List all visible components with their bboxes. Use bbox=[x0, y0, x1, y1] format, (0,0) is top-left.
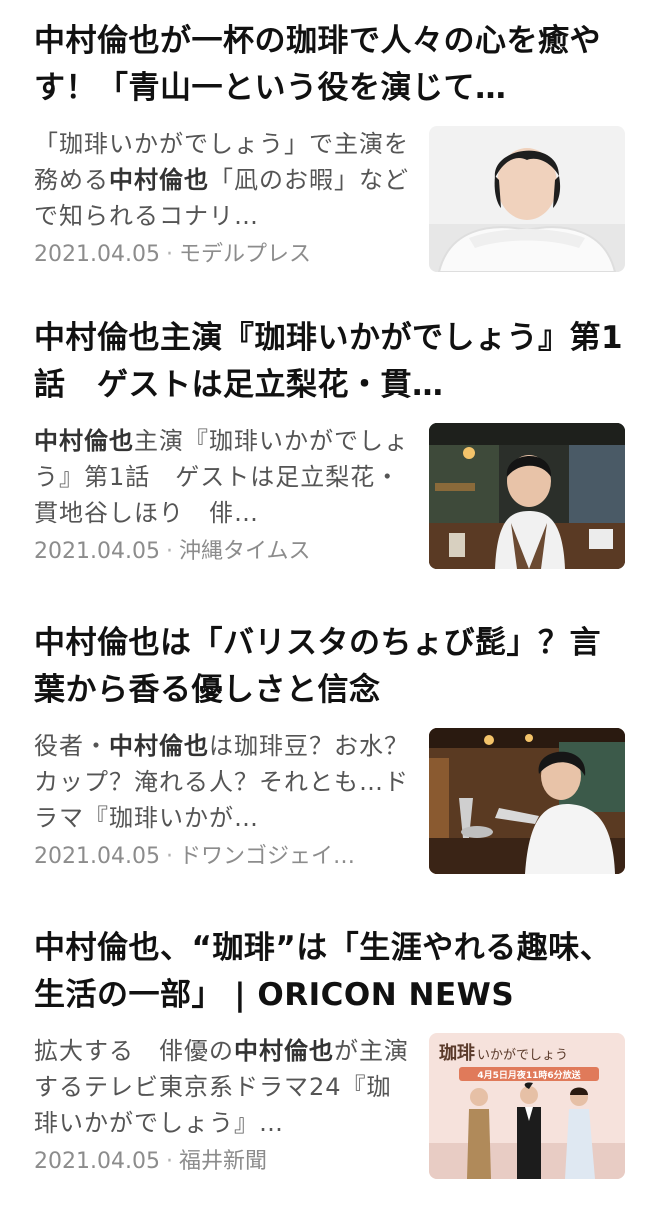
news-article[interactable]: 中村倫也は「バリスタのちょび髭」？言葉から香る優しさと信念 役者・中村倫也は珈琲… bbox=[0, 602, 659, 907]
article-snippet: 「珈琲いかがでしょう」で主演を務める中村倫也「凪のお暇」などで知られるコナリ… bbox=[34, 126, 410, 234]
article-date: 2021.04.05 bbox=[34, 242, 160, 267]
article-meta: 2021.04.05 · ドワンゴジェイ… bbox=[34, 838, 410, 870]
article-headline[interactable]: 中村倫也が一杯の珈琲で人々の心を癒やす！「青山一という役を演じて… bbox=[34, 0, 625, 112]
news-article[interactable]: 中村倫也主演『珈琲いかがでしょう』第1話 ゲストは足立梨花・貫… 中村倫也主演『… bbox=[0, 297, 659, 602]
article-snippet: 拡大する 俳優の中村倫也が主演するテレビ東京系ドラマ24『珈琲いかがでしょう』… bbox=[34, 1033, 410, 1141]
snippet-highlight: 中村倫也 bbox=[34, 427, 134, 455]
cast-event-photo: 珈琲 いかがでしょう 4月5日月夜11時6分放送 bbox=[429, 1033, 625, 1179]
article-source[interactable]: モデルプレス bbox=[179, 242, 311, 267]
barista-photo-thumbnail[interactable] bbox=[429, 423, 625, 569]
article-snippet: 中村倫也主演『珈琲いかがでしょう』第1話 ゲストは足立梨花・貫地谷しほり 俳… bbox=[34, 423, 410, 531]
snippet-highlight: 中村倫也 bbox=[109, 732, 209, 760]
article-date: 2021.04.05 bbox=[34, 1149, 160, 1174]
portrait-photo-thumbnail[interactable] bbox=[429, 126, 625, 272]
article-source[interactable]: 福井新聞 bbox=[179, 1149, 267, 1174]
article-date: 2021.04.05 bbox=[34, 539, 160, 564]
thumbnail-title: 珈琲 bbox=[439, 1043, 475, 1064]
article-source[interactable]: 沖縄タイムス bbox=[179, 539, 311, 564]
thumbnail-subtitle: いかがでしょう bbox=[477, 1048, 568, 1063]
article-body: 役者・中村倫也は珈琲豆？お水？カップ？淹れる人？それとも…ドラマ『珈琲いかが… … bbox=[34, 728, 625, 878]
snippet-highlight: 中村倫也 bbox=[109, 166, 209, 194]
article-date: 2021.04.05 bbox=[34, 844, 160, 869]
thumbnail-broadcast: 4月5日月夜11時6分放送 bbox=[477, 1069, 581, 1081]
snippet-text: 役者・ bbox=[34, 732, 109, 760]
news-article[interactable]: 中村倫也が一杯の珈琲で人々の心を癒やす！「青山一という役を演じて… 「珈琲いかが… bbox=[0, 0, 659, 297]
article-meta: 2021.04.05 · 沖縄タイムス bbox=[34, 533, 410, 565]
article-meta: 2021.04.05 · 福井新聞 bbox=[34, 1143, 410, 1175]
coffee-pour-photo bbox=[429, 728, 625, 874]
meta-separator: · bbox=[165, 1149, 173, 1174]
article-meta: 2021.04.05 · モデルプレス bbox=[34, 236, 410, 268]
article-source[interactable]: ドワンゴジェイ… bbox=[179, 844, 355, 869]
article-body: 「珈琲いかがでしょう」で主演を務める中村倫也「凪のお暇」などで知られるコナリ… … bbox=[34, 126, 625, 276]
portrait-photo bbox=[429, 126, 625, 272]
cast-event-photo-thumbnail[interactable]: 珈琲 いかがでしょう 4月5日月夜11時6分放送 bbox=[429, 1033, 625, 1179]
article-headline[interactable]: 中村倫也主演『珈琲いかがでしょう』第1話 ゲストは足立梨花・貫… bbox=[34, 297, 625, 409]
article-headline[interactable]: 中村倫也、“珈琲”は「生涯やれる趣味、生活の一部」 | ORICON NEWS bbox=[34, 907, 625, 1019]
article-body: 中村倫也主演『珈琲いかがでしょう』第1話 ゲストは足立梨花・貫地谷しほり 俳… … bbox=[34, 423, 625, 573]
snippet-highlight: 中村倫也 bbox=[234, 1037, 334, 1065]
barista-photo bbox=[429, 423, 625, 569]
article-body: 拡大する 俳優の中村倫也が主演するテレビ東京系ドラマ24『珈琲いかがでしょう』…… bbox=[34, 1033, 625, 1183]
snippet-text: 拡大する 俳優の bbox=[34, 1037, 234, 1065]
news-feed: 中村倫也が一杯の珈琲で人々の心を癒やす！「青山一という役を演じて… 「珈琲いかが… bbox=[0, 0, 659, 1200]
news-article[interactable]: 中村倫也、“珈琲”は「生涯やれる趣味、生活の一部」 | ORICON NEWS … bbox=[0, 907, 659, 1212]
article-snippet: 役者・中村倫也は珈琲豆？お水？カップ？淹れる人？それとも…ドラマ『珈琲いかが… bbox=[34, 728, 410, 836]
coffee-pour-photo-thumbnail[interactable] bbox=[429, 728, 625, 874]
meta-separator: · bbox=[165, 242, 173, 267]
meta-separator: · bbox=[165, 844, 173, 869]
meta-separator: · bbox=[165, 539, 173, 564]
article-headline[interactable]: 中村倫也は「バリスタのちょび髭」？言葉から香る優しさと信念 bbox=[34, 602, 625, 714]
